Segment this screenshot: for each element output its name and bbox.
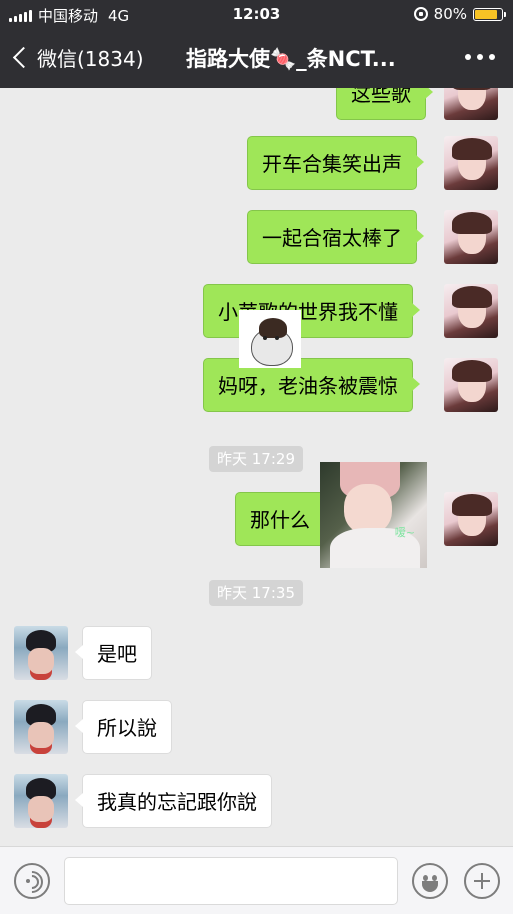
orientation-lock-icon bbox=[413, 7, 428, 21]
chat-area[interactable]: 这些歌 开车合集笑出声 一起合宿太棒了 小苹歌的世界我不懂 妈呀，老油条被震惊 … bbox=[0, 88, 513, 846]
message-bubble[interactable]: 一起合宿太棒了 bbox=[247, 210, 424, 264]
avatar[interactable] bbox=[14, 626, 68, 680]
back-button[interactable]: 微信(1834) bbox=[12, 43, 144, 72]
message-input[interactable] bbox=[64, 857, 398, 905]
message-bubble[interactable]: 是吧 bbox=[75, 626, 152, 680]
avatar[interactable] bbox=[444, 284, 498, 338]
more-dots-icon[interactable] bbox=[465, 54, 495, 60]
timestamp: 昨天 17:35 bbox=[209, 580, 303, 606]
avatar[interactable] bbox=[14, 774, 68, 828]
plus-icon[interactable] bbox=[464, 863, 500, 899]
voice-icon[interactable] bbox=[14, 863, 50, 899]
battery-percent: 80% bbox=[433, 5, 467, 23]
chat-title: 指路大使🍬_条NCT... bbox=[186, 47, 396, 71]
penguin-sticker[interactable] bbox=[239, 310, 301, 368]
chevron-left-icon bbox=[12, 46, 35, 69]
avatar[interactable] bbox=[444, 492, 498, 546]
message-bubble[interactable]: 这些歌 bbox=[336, 88, 433, 120]
message-bubble[interactable]: 我真的忘記跟你說 bbox=[75, 774, 272, 828]
photo-sticker[interactable]: 嗳~ bbox=[320, 462, 427, 568]
emoji-icon[interactable] bbox=[412, 863, 448, 899]
input-toolbar bbox=[0, 846, 513, 914]
nav-bar: 微信(1834) 指路大使🍬_条NCT... bbox=[0, 28, 513, 88]
avatar[interactable] bbox=[444, 210, 498, 264]
message-bubble[interactable]: 小苹歌的世界我不懂 bbox=[203, 284, 420, 338]
message-bubble[interactable]: 那什么 bbox=[235, 492, 332, 546]
timestamp: 昨天 17:29 bbox=[209, 446, 303, 472]
sticker-caption: 嗳~ bbox=[394, 526, 415, 539]
status-bar: 中国移动 4G 12:03 80% bbox=[0, 0, 513, 28]
message-bubble[interactable]: 妈呀，老油条被震惊 bbox=[203, 358, 420, 412]
message-bubble[interactable]: 所以說 bbox=[75, 700, 172, 754]
message-bubble[interactable]: 开车合集笑出声 bbox=[247, 136, 424, 190]
avatar[interactable] bbox=[444, 88, 498, 120]
battery-fill bbox=[475, 9, 498, 19]
avatar[interactable] bbox=[14, 700, 68, 754]
battery-icon bbox=[473, 7, 506, 21]
avatar[interactable] bbox=[444, 358, 498, 412]
back-label: 微信(1834) bbox=[37, 47, 144, 71]
avatar[interactable] bbox=[444, 136, 498, 190]
